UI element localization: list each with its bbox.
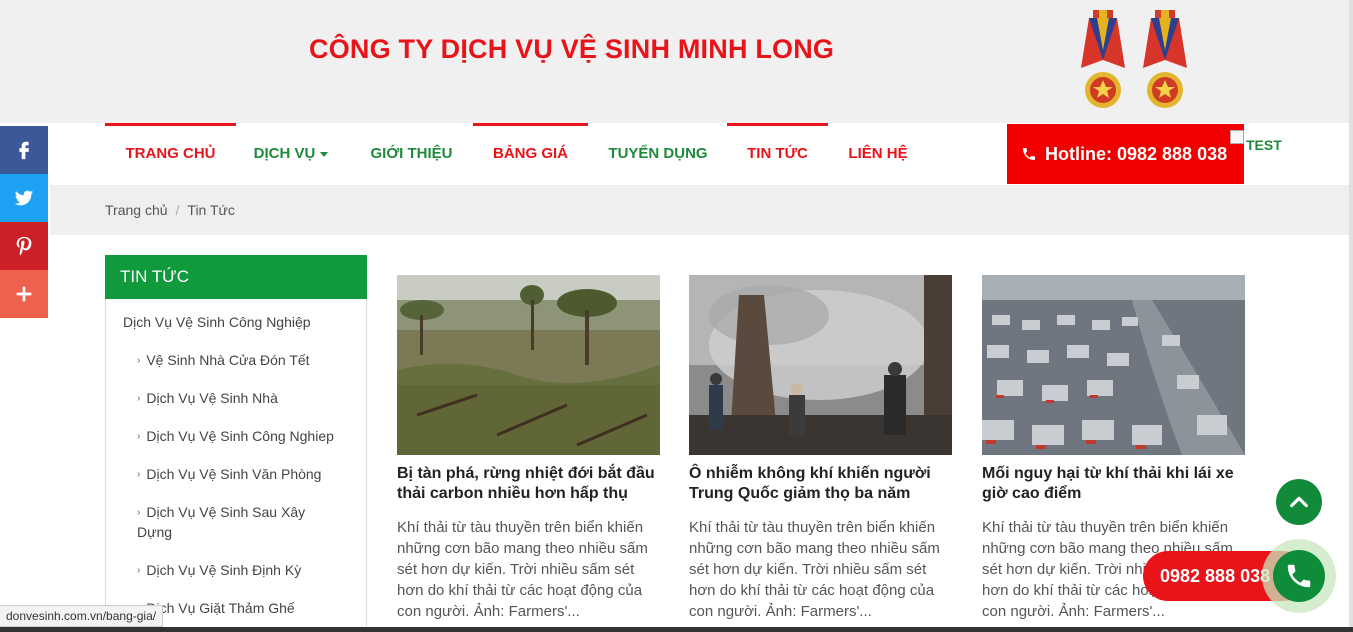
sidebar-heading: TIN TỨC [105,255,367,299]
twitter-share-button[interactable] [0,174,48,222]
sidebar-item[interactable]: › Dịch Vụ Vệ Sinh Định Kỳ [137,560,301,581]
medal-icon [1143,10,1187,108]
facebook-icon [19,141,30,160]
nav-item-home[interactable]: TRANG CHỦ [105,123,236,185]
article-thumbnail[interactable] [397,275,660,455]
chevron-up-icon [1290,496,1308,508]
chevron-right-icon: › [137,355,141,366]
article-excerpt: Khí thải từ tàu thuyền trên biển khiến n… [689,519,940,620]
chevron-right-icon: › [137,565,141,576]
sidebar-item-label: Dịch Vụ Giặt Thảm Ghế [146,600,295,616]
phone-icon [1023,148,1035,160]
sidebar-item-label: Dịch Vụ Vệ Sinh Nhà [146,390,278,406]
nav-item-news[interactable]: TIN TỨC [727,123,828,185]
pinterest-share-button[interactable] [0,222,48,270]
sidebar-item[interactable]: › Dịch Vụ Vệ Sinh Công Nghiep [137,426,334,447]
nav-item-pricing[interactable]: BẢNG GIÁ [473,123,588,185]
sidebar-item-industrial-cleaning[interactable]: Dịch Vụ Vệ Sinh Công Nghiệp [123,312,311,332]
scrollbar[interactable] [1349,0,1353,632]
nav-item-about[interactable]: GIỚI THIỆU [360,123,463,185]
article-card[interactable]: Bị tàn phá, rừng nhiệt đới bắt đầu thải … [397,275,660,622]
plus-icon [16,286,32,302]
article-card[interactable]: Ô nhiễm không khí khiến người Trung Quốc… [689,275,952,622]
twitter-icon [14,190,34,206]
test-link[interactable]: TEST [1230,130,1282,153]
call-button[interactable] [1273,550,1325,602]
sidebar-item-label: Dịch Vụ Vệ Sinh Văn Phòng [146,466,322,482]
breadcrumb-separator: / [175,202,180,218]
status-bar-url: donvesinh.com.vn/bang-gia/ [0,605,164,627]
breadcrumb-current: Tin Tức [187,202,235,218]
facebook-share-button[interactable] [0,126,48,174]
scroll-to-top-button[interactable] [1276,479,1322,525]
nav-item-services-label: DỊCH VỤ [253,145,316,162]
breadcrumb: Trang chủ / Tin Tức [50,185,1353,235]
breadcrumb-home[interactable]: Trang chủ [105,202,168,218]
sidebar-item[interactable]: › Vệ Sinh Nhà Cửa Đón Tết [137,350,310,371]
more-share-button[interactable] [0,270,48,318]
sidebar-item-label-continued[interactable]: Dựng [137,522,172,542]
sidebar-item[interactable]: › Dịch Vụ Vệ Sinh Sau Xây [137,502,305,523]
sidebar-item[interactable]: › Dịch Vụ Vệ Sinh Văn Phòng [137,464,321,485]
pinterest-icon [16,236,32,256]
article-title[interactable]: Mối nguy hại từ khí thải khi lái xe giờ … [982,464,1245,504]
article-excerpt: Khí thải từ tàu thuyền trên biển khiến n… [397,519,648,620]
broken-image-icon [1230,130,1244,144]
test-label: TEST [1246,137,1282,153]
article-thumbnail[interactable] [982,275,1245,455]
sidebar-item-label: Dịch Vụ Vệ Sinh Công Nghiep [146,428,334,444]
hotline-button[interactable]: Hotline: 0982 888 038 [1007,124,1244,184]
chevron-right-icon: › [137,469,141,480]
chevron-right-icon: › [137,431,141,442]
caret-down-icon [320,151,329,157]
hotline-label: Hotline: 0982 888 038 [1045,144,1228,164]
sidebar-item-label: Vệ Sinh Nhà Cửa Đón Tết [146,352,310,368]
phone-icon [1287,564,1311,588]
sidebar-item-label: Dịch Vụ Vệ Sinh Sau Xây [146,504,306,520]
chevron-right-icon: › [137,507,141,518]
sidebar-item-label: Dịch Vụ Vệ Sinh Định Kỳ [146,562,302,578]
article-thumbnail[interactable] [689,275,952,455]
chevron-right-icon: › [137,393,141,404]
footer-edge [0,627,1353,632]
article-title[interactable]: Bị tàn phá, rừng nhiệt đới bắt đầu thải … [397,464,660,504]
sidebar-item[interactable]: › Dịch Vụ Vệ Sinh Nhà [137,388,278,409]
article-title[interactable]: Ô nhiễm không khí khiến người Trung Quốc… [689,464,952,504]
company-name[interactable]: CÔNG TY DỊCH VỤ VỆ SINH MINH LONG [309,34,834,65]
medal-icon [1081,10,1125,108]
nav-item-services[interactable]: DỊCH VỤ [246,123,336,185]
nav-item-contact[interactable]: LIÊN HỆ [838,123,918,185]
nav-item-careers[interactable]: TUYỂN DỤNG [599,123,717,185]
